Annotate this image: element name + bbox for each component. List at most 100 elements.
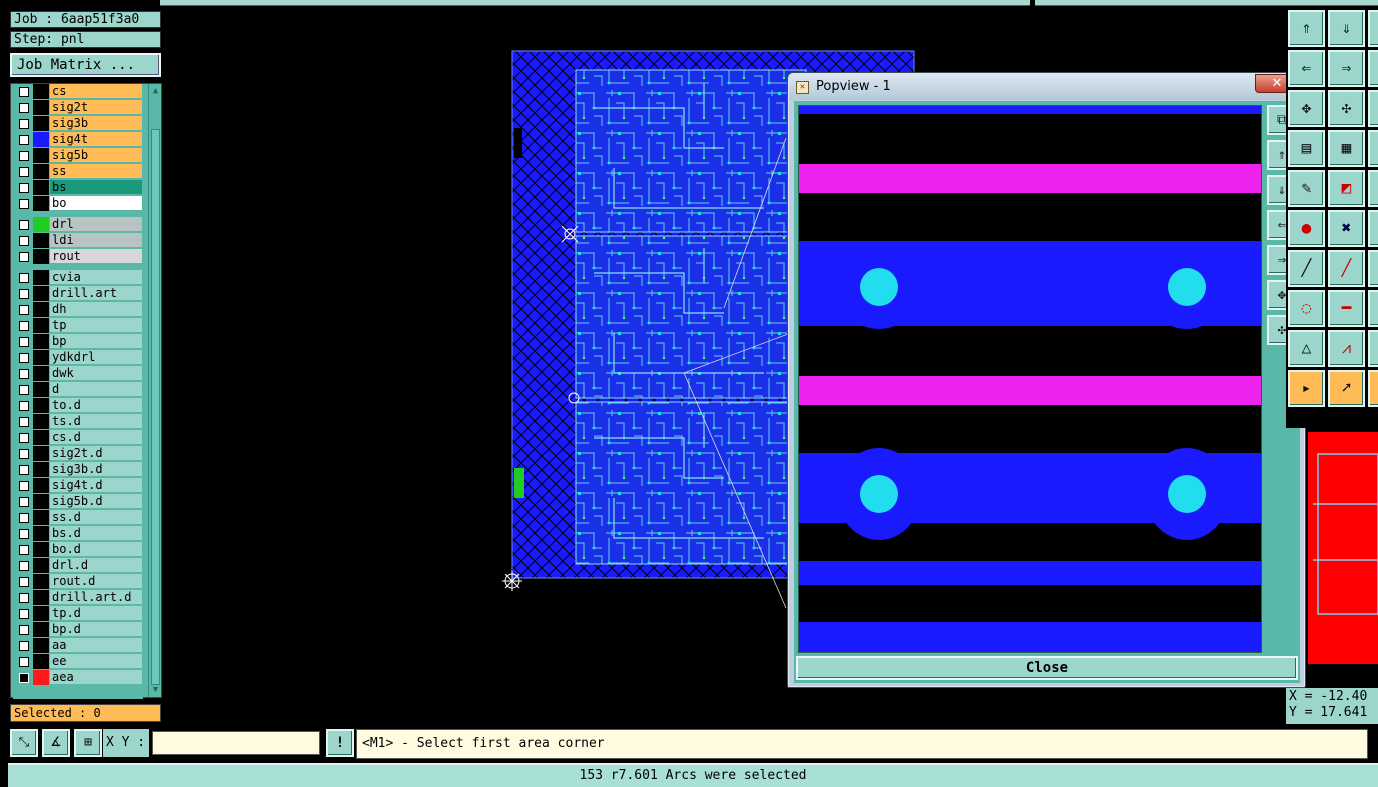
layer-row[interactable]: ldi	[13, 233, 143, 248]
layer-checkbox[interactable]	[19, 167, 29, 177]
tool-icon[interactable]: ◸	[1368, 330, 1378, 367]
layer-color-swatch[interactable]	[33, 249, 49, 264]
hline-icon[interactable]: ━	[1328, 290, 1365, 327]
layer-icon[interactable]: ▤	[1288, 130, 1325, 167]
layer-checkbox[interactable]	[19, 220, 29, 230]
layer-row[interactable]: aea	[13, 670, 143, 685]
layer-name[interactable]: sig5b.d	[50, 494, 142, 509]
layer-color-swatch[interactable]	[33, 494, 49, 509]
layer-row[interactable]: ss	[13, 164, 143, 179]
layer-row[interactable]: sig4t.d	[13, 478, 143, 493]
layer-name[interactable]: cs.d	[50, 430, 142, 445]
layer-row[interactable]: drl	[13, 217, 143, 232]
layer-name[interactable]: sig3b	[50, 116, 142, 131]
layer-name[interactable]: ldi	[50, 233, 142, 248]
layer-row[interactable]: aa	[13, 638, 143, 653]
layer-color-swatch[interactable]	[33, 196, 49, 211]
layer-name[interactable]: sig5b	[50, 148, 142, 163]
measure-icon[interactable]: △	[1288, 330, 1325, 367]
snap-icon[interactable]: ⋮	[1368, 130, 1378, 167]
zoom-fit-icon[interactable]: ✣	[1328, 90, 1365, 127]
layer-color-swatch[interactable]	[33, 180, 49, 195]
delete-icon[interactable]: ✖	[1328, 210, 1365, 247]
layer-name[interactable]: ydkdrl	[50, 350, 142, 365]
pad-icon[interactable]: ●	[1288, 210, 1325, 247]
layer-color-swatch[interactable]	[33, 446, 49, 461]
pan-left-icon[interactable]: ⇐	[1288, 50, 1325, 87]
layer-row[interactable]: cs.d	[13, 430, 143, 445]
xy-input[interactable]	[152, 731, 320, 755]
layer-checkbox[interactable]	[19, 449, 29, 459]
tool-icon[interactable]: ·	[1368, 90, 1378, 127]
layer-name[interactable]: sig2t	[50, 100, 142, 115]
layer-name[interactable]: tp.d	[50, 606, 142, 621]
layer-checkbox[interactable]	[19, 545, 29, 555]
layer-row[interactable]: sig5b	[13, 148, 143, 163]
layer-checkbox[interactable]	[19, 641, 29, 651]
popview-canvas[interactable]	[798, 105, 1262, 653]
layer-color-swatch[interactable]	[33, 478, 49, 493]
layer-checkbox[interactable]	[19, 417, 29, 427]
layer-name[interactable]: rout.d	[50, 574, 142, 589]
layer-row[interactable]: ee	[13, 654, 143, 669]
draw-line-icon[interactable]: ╱	[1328, 250, 1365, 287]
layer-checkbox[interactable]	[19, 577, 29, 587]
grid-icon[interactable]: ⊞	[74, 729, 102, 757]
layer-checkbox[interactable]	[19, 199, 29, 209]
layer-name[interactable]: cvia	[50, 270, 142, 285]
layer-name[interactable]: sig2t.d	[50, 446, 142, 461]
layer-color-swatch[interactable]	[33, 233, 49, 248]
layer-color-swatch[interactable]	[33, 638, 49, 653]
layer-row[interactable]: d	[13, 382, 143, 397]
tool-icon[interactable]: ╲	[1368, 250, 1378, 287]
layer-name[interactable]: cs	[50, 84, 142, 99]
tool-icon[interactable]: ↗	[1368, 210, 1378, 247]
layer-name[interactable]: bp	[50, 334, 142, 349]
popview-titlebar[interactable]: ✕ Popview - 1 ✕	[789, 74, 1304, 100]
layer-checkbox[interactable]	[19, 625, 29, 635]
layer-checkbox[interactable]	[19, 609, 29, 619]
layer-color-swatch[interactable]	[33, 132, 49, 147]
layer-row[interactable]: sig2t	[13, 100, 143, 115]
layer-color-swatch[interactable]	[33, 542, 49, 557]
layer-checkbox[interactable]	[19, 657, 29, 667]
layer-name[interactable]: ts.d	[50, 414, 142, 429]
layer-color-swatch[interactable]	[33, 217, 49, 232]
layer-checkbox[interactable]	[19, 151, 29, 161]
job-matrix-button[interactable]: Job Matrix ...	[10, 53, 161, 77]
layer-row[interactable]: bs.d	[13, 526, 143, 541]
arc-icon[interactable]: ◌	[1288, 290, 1325, 327]
layer-row[interactable]: tp	[13, 318, 143, 333]
zoom-in-icon[interactable]: ✥	[1288, 90, 1325, 127]
layer-color-swatch[interactable]	[33, 302, 49, 317]
layer-checkbox[interactable]	[19, 673, 29, 683]
measure-icon[interactable]: ∡	[42, 729, 70, 757]
layer-row[interactable]: drl.d	[13, 558, 143, 573]
layer-checkbox[interactable]	[19, 401, 29, 411]
layer-color-swatch[interactable]	[33, 84, 49, 99]
tool-icon[interactable]: ╎	[1368, 290, 1378, 327]
layer-checkbox[interactable]	[19, 513, 29, 523]
layer-checkbox[interactable]	[19, 119, 29, 129]
layer-checkbox[interactable]	[19, 273, 29, 283]
layer-row[interactable]: to.d	[13, 398, 143, 413]
layer-row[interactable]: sig3b	[13, 116, 143, 131]
layer-checkbox[interactable]	[19, 252, 29, 262]
layer-row[interactable]: tp.d	[13, 606, 143, 621]
layer-name[interactable]: sig4t.d	[50, 478, 142, 493]
layer-color-swatch[interactable]	[33, 100, 49, 115]
layer-name[interactable]: aa	[50, 638, 142, 653]
layer-color-swatch[interactable]	[33, 654, 49, 669]
layer-color-swatch[interactable]	[33, 510, 49, 525]
layer-checkbox[interactable]	[19, 103, 29, 113]
layer-row[interactable]: dwk	[13, 366, 143, 381]
layer-row[interactable]: bp.d	[13, 622, 143, 637]
popview-window[interactable]: ✕ Popview - 1 ✕ ⧉ ⇑ ⇓ ⇐ ⇒ ✥ ✣ Close	[787, 72, 1306, 688]
layer-checkbox[interactable]	[19, 481, 29, 491]
scroll-thumb[interactable]	[151, 129, 160, 685]
layer-name[interactable]: bo	[50, 196, 142, 211]
layer-name[interactable]: bs	[50, 180, 142, 195]
angle-icon[interactable]: ⩘	[1328, 330, 1365, 367]
layer-checkbox[interactable]	[19, 497, 29, 507]
layer-name[interactable]: rout	[50, 249, 142, 264]
